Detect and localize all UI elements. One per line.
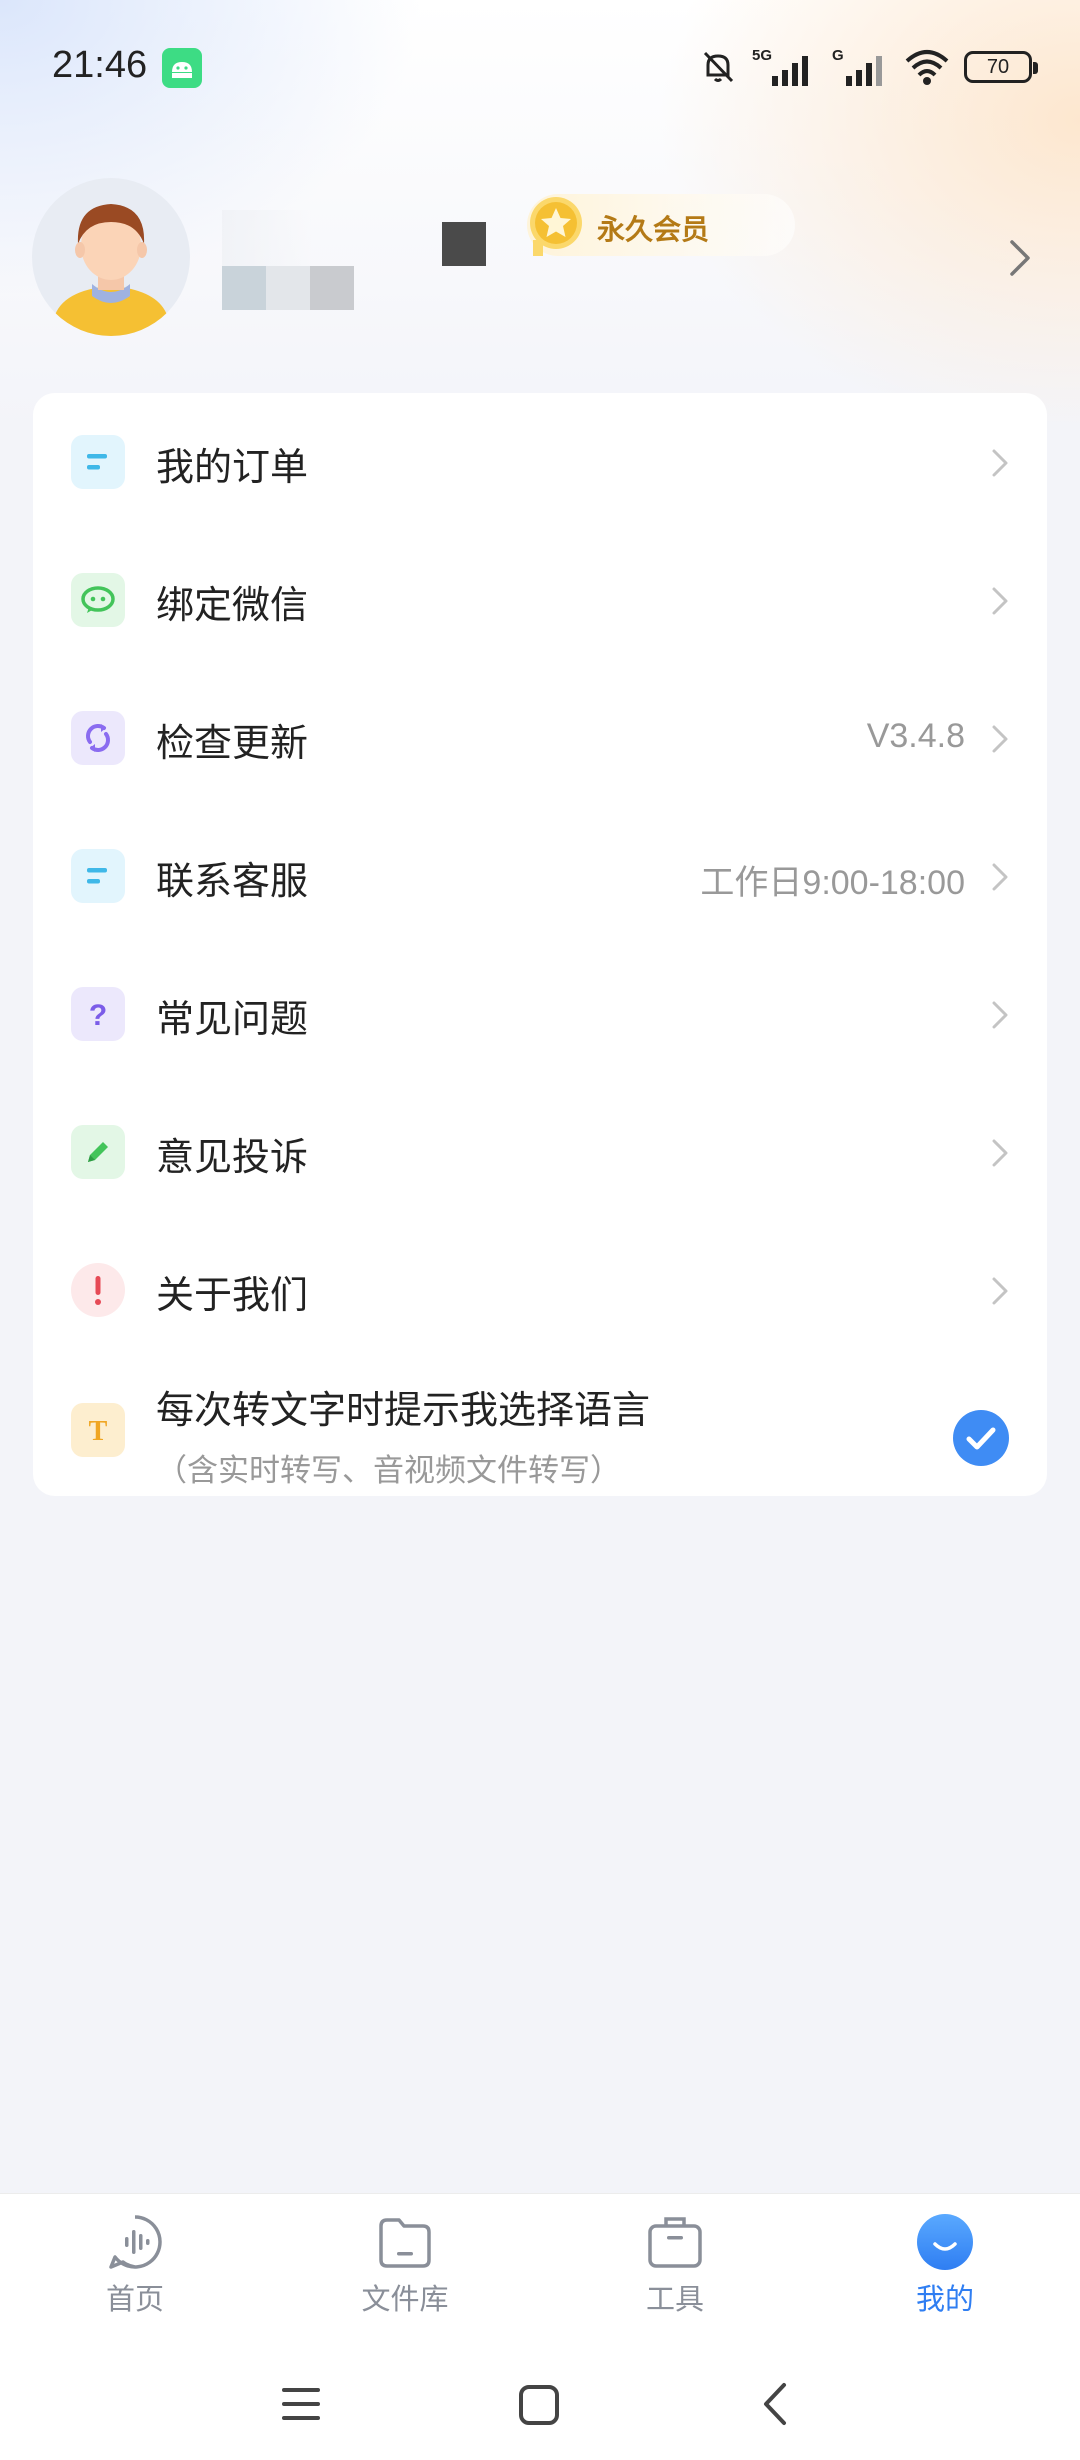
bottom-navigation: 首页 文件库 工具 我的: [0, 2193, 1080, 2460]
menu-item-about[interactable]: 关于我们: [33, 1221, 1047, 1359]
menu-item-language-prompt[interactable]: T 每次转文字时提示我选择语言 （含实时转写、音视频文件转写）: [33, 1359, 1047, 1529]
home-square-icon[interactable]: [518, 2384, 560, 2426]
pencil-icon: [71, 1125, 125, 1179]
menu-item-bind-wechat[interactable]: 绑定微信: [33, 531, 1047, 669]
svg-text:5G: 5G: [752, 47, 772, 64]
tab-tools[interactable]: 工具: [595, 2212, 755, 2332]
status-time: 21:46: [52, 44, 148, 86]
android-app-icon: [162, 48, 202, 88]
menu-item-label: 常见问题: [156, 997, 309, 1041]
star-medal-icon: [530, 197, 582, 256]
system-navigation-bar: [0, 2369, 1080, 2439]
signal-g-icon: G: [832, 47, 882, 86]
status-icons: 5G G 70: [698, 42, 1038, 92]
mute-bell-icon: [703, 51, 734, 83]
menu-item-label: 联系客服: [156, 859, 309, 903]
chevron-right-icon: [992, 587, 1008, 615]
question-icon: ?: [71, 987, 125, 1041]
tab-label: 工具: [645, 2282, 704, 2316]
username-mosaic-block: [442, 222, 486, 266]
svg-text:G: G: [832, 47, 844, 64]
chevron-right-icon: [992, 725, 1008, 753]
svg-text:?: ?: [89, 999, 107, 1032]
svg-text:T: T: [89, 1416, 108, 1447]
tab-mine[interactable]: 我的: [865, 2212, 1025, 2332]
wifi-icon: [905, 50, 949, 85]
menu-item-label: 关于我们: [156, 1273, 309, 1317]
tab-home[interactable]: 首页: [55, 2212, 215, 2332]
voice-icon: [109, 2215, 162, 2269]
menu-item-feedback[interactable]: 意见投诉: [33, 1083, 1047, 1221]
chevron-right-icon[interactable]: [1008, 238, 1032, 278]
chevron-right-icon: [992, 1139, 1008, 1167]
menu-item-orders[interactable]: 我的订单: [33, 393, 1047, 531]
tab-label: 文件库: [361, 2282, 449, 2316]
exclamation-icon: [71, 1263, 125, 1317]
username-mosaic: [222, 210, 402, 310]
menu-item-label: 意见投诉: [156, 1135, 309, 1179]
tab-file-library[interactable]: 文件库: [325, 2212, 485, 2332]
vip-badge[interactable]: 永久会员: [527, 194, 795, 256]
tab-label: 首页: [105, 2282, 164, 2316]
smile-icon: [917, 2214, 973, 2270]
chevron-right-icon: [992, 449, 1008, 477]
profile-header[interactable]: 永久会员: [32, 178, 1048, 338]
back-icon[interactable]: [760, 2381, 790, 2427]
menu-icon[interactable]: [280, 2384, 322, 2424]
vip-label: 永久会员: [597, 213, 710, 246]
service-hours-value: 工作日9:00-18:00: [700, 864, 965, 902]
chevron-right-icon: [992, 863, 1008, 891]
menu-item-label: 检查更新: [156, 721, 309, 765]
settings-menu-card: 我的订单 绑定微信 检查更新 V3.4.8 联系客服 工作日9:00-18:00…: [33, 393, 1047, 1496]
chevron-right-icon: [992, 1001, 1008, 1029]
menu-item-label: 绑定微信: [156, 583, 309, 627]
toolbox-icon: [648, 2217, 702, 2268]
battery-level: 70: [986, 55, 1010, 78]
menu-item-faq[interactable]: ? 常见问题: [33, 945, 1047, 1083]
battery-icon: 70: [964, 51, 1038, 83]
chevron-right-icon: [992, 1277, 1008, 1305]
customer-service-icon: [71, 849, 125, 903]
avatar[interactable]: [32, 178, 190, 336]
menu-item-label: 我的订单: [156, 445, 309, 489]
order-icon: [71, 435, 125, 489]
wechat-icon: [71, 573, 125, 627]
text-t-icon: T: [71, 1403, 125, 1457]
tab-label: 我的: [915, 2282, 974, 2316]
language-prompt-checkbox[interactable]: [953, 1410, 1009, 1466]
checkmark-icon: [966, 1427, 996, 1450]
refresh-icon: [71, 711, 125, 765]
menu-item-check-update[interactable]: 检查更新 V3.4.8: [33, 669, 1047, 807]
version-value: V3.4.8: [866, 717, 965, 755]
menu-item-contact-service[interactable]: 联系客服 工作日9:00-18:00: [33, 807, 1047, 945]
status-bar: 21:46 5G G 70: [0, 0, 1080, 135]
language-prompt-label: 每次转文字时提示我选择语言: [156, 1388, 651, 1432]
language-prompt-subtext: （含实时转写、音视频文件转写）: [156, 1453, 621, 1489]
signal-5g-icon: 5G: [752, 47, 808, 86]
folder-icon: [379, 2218, 431, 2268]
